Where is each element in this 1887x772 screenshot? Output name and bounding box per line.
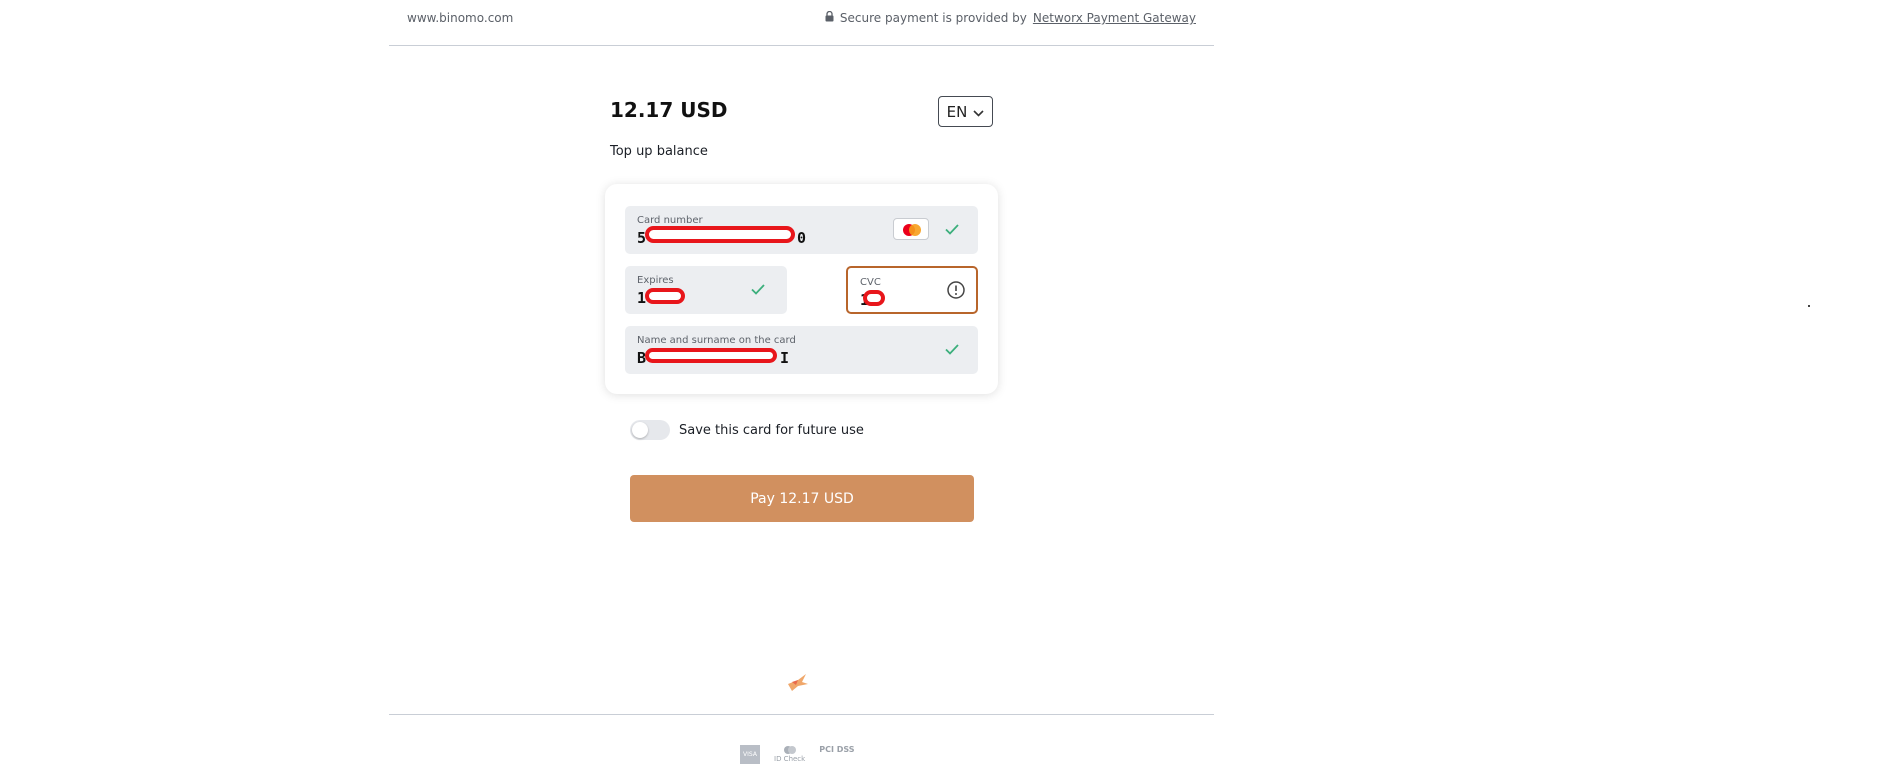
footer-divider	[389, 714, 1214, 715]
payment-amount: 12.17 USD	[610, 98, 728, 122]
card-number-field[interactable]: Card number 5 0	[625, 206, 978, 254]
top-bar: www.binomo.com Secure payment is provide…	[389, 0, 1214, 46]
language-value: EN	[946, 102, 968, 121]
payment-logos: VISA ID Check PCI DSS	[740, 745, 855, 764]
save-card-label: Save this card for future use	[679, 422, 864, 438]
site-url: www.binomo.com	[407, 11, 514, 25]
check-icon	[943, 340, 961, 362]
redaction-mark	[645, 288, 685, 304]
card-number-value-end: 0	[797, 229, 807, 247]
check-icon	[943, 220, 961, 242]
language-select[interactable]: EN	[938, 96, 993, 127]
mastercard-icon	[893, 218, 929, 240]
chevron-down-icon	[973, 103, 984, 121]
pci-dss-logo: PCI DSS	[819, 745, 855, 754]
expires-field[interactable]: Expires 1 0	[625, 266, 787, 314]
pay-button[interactable]: Pay 12.17 USD	[630, 475, 974, 522]
cvc-label: CVC	[860, 277, 881, 288]
mastercard-id-check-logo: ID Check	[774, 745, 805, 763]
secure-payment-notice: Secure payment is provided by Networx Pa…	[825, 10, 1196, 25]
secure-text: Secure payment is provided by	[839, 11, 1027, 25]
card-form: Card number 5 0 Expires 1 0 CVC 1 Name a…	[605, 184, 998, 394]
cardholder-name-label: Name and surname on the card	[637, 335, 796, 346]
cvc-field[interactable]: CVC 1	[846, 266, 978, 314]
stray-dot	[1808, 305, 1810, 307]
bird-logo-icon	[786, 672, 810, 696]
redaction-mark	[645, 226, 795, 243]
expires-label: Expires	[637, 275, 674, 286]
alert-circle-icon[interactable]	[946, 280, 966, 304]
card-number-label: Card number	[637, 215, 703, 226]
gateway-link[interactable]: Networx Payment Gateway	[1033, 11, 1196, 25]
cardholder-name-field[interactable]: Name and surname on the card B I	[625, 326, 978, 374]
save-card-row: Save this card for future use	[630, 420, 864, 440]
visa-logo: VISA	[740, 745, 760, 764]
redaction-mark	[863, 290, 885, 306]
cardholder-name-value-end: I	[780, 349, 790, 367]
page-subtitle: Top up balance	[610, 144, 708, 159]
save-card-toggle[interactable]	[630, 420, 670, 440]
lock-icon	[825, 10, 834, 25]
redaction-mark	[645, 348, 777, 363]
toggle-knob	[632, 422, 648, 438]
check-icon	[749, 280, 767, 302]
